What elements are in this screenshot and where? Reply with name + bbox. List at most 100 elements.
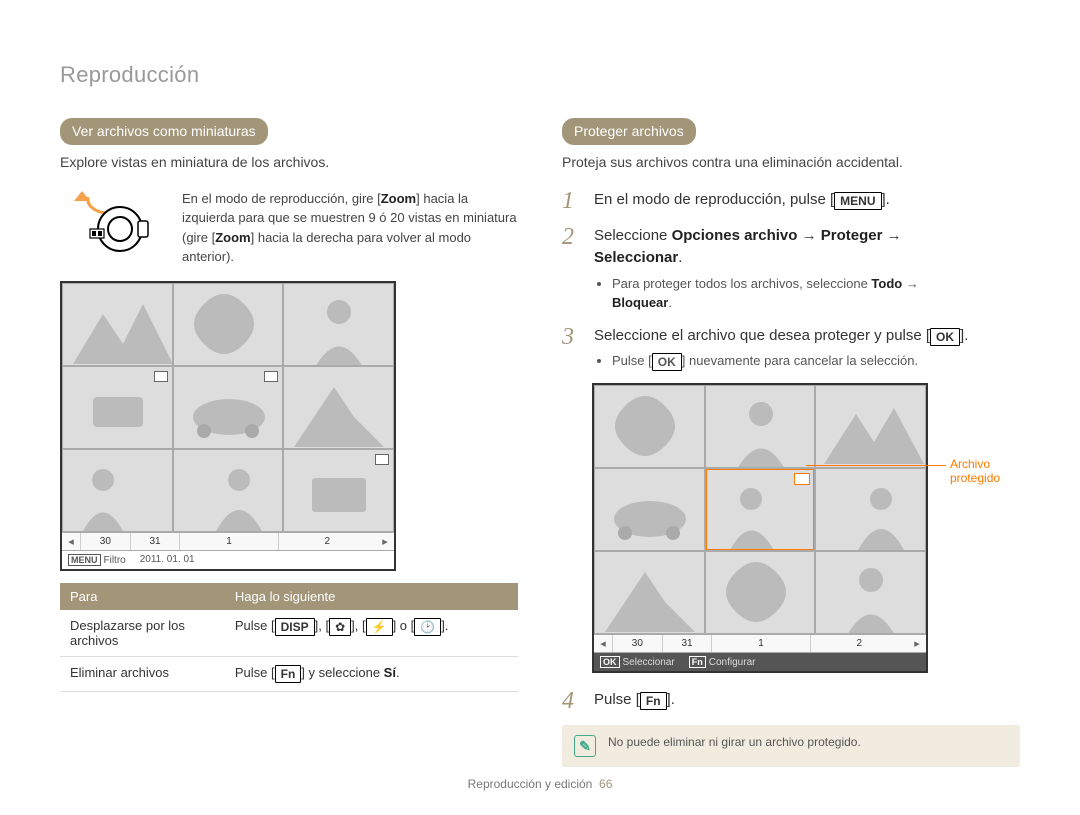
zoom-tip-row: En el modo de reproducción, gire [Zoom] … — [60, 189, 518, 267]
page-num: 30 — [80, 533, 130, 550]
step-number: 4 — [562, 689, 582, 713]
step-body: En el modo de reproducción, pulse [MENU]… — [594, 189, 890, 213]
timer-key-icon — [414, 618, 441, 636]
zoom-key-1: Zoom — [381, 191, 416, 206]
next-arrow-icon: ▸ — [376, 535, 394, 548]
info-note: ✎ No puede eliminar ni girar un archivo … — [562, 725, 1020, 767]
thumb-cell — [62, 283, 173, 366]
text: . — [396, 665, 400, 680]
substep: Pulse [OK] nuevamente para cancelar la s… — [612, 351, 968, 371]
left-intro: Explore vistas en miniatura de los archi… — [60, 153, 518, 173]
row-scroll-action: Pulse [DISP], [], [] o []. — [225, 610, 518, 657]
text: ], [ — [351, 618, 365, 633]
thumb-cell — [173, 366, 284, 449]
text: ] o [ — [393, 618, 415, 633]
step-1: 1 En el modo de reproducción, pulse [MEN… — [562, 189, 1020, 213]
thumb-cell — [705, 551, 816, 634]
lcd-page-strip: ◂ 30 31 1 2 ▸ — [62, 532, 394, 550]
thumb-cell — [815, 385, 926, 468]
thumb-cell-selected — [705, 468, 816, 551]
thumb-cell — [173, 449, 284, 532]
step-4: 4 Pulse [Fn]. — [562, 689, 1020, 713]
protect-label: Proteger — [821, 227, 883, 244]
macro-key-icon — [329, 618, 351, 636]
text: ] nuevamente para cancelar la selección. — [682, 353, 918, 368]
flash-key-icon — [366, 618, 393, 636]
thumb-cell — [815, 551, 926, 634]
zoom-key-2: Zoom — [215, 230, 250, 245]
info-icon: ✎ — [574, 735, 596, 757]
text: ]. — [960, 327, 968, 344]
page-num: 30 — [612, 635, 662, 652]
text: ] y seleccione — [301, 665, 383, 680]
row-delete-label: Eliminar archivos — [60, 656, 225, 691]
lcd-bottom-bar: MENUFiltro 2011. 01. 01 — [62, 550, 394, 569]
thumb-cell — [283, 449, 394, 532]
page-num: 2 — [278, 533, 376, 550]
arrow: → — [797, 227, 820, 244]
text: ]. — [667, 691, 675, 708]
thumb-cell — [815, 468, 926, 551]
lcd-date: 2011. 01. 01 — [140, 554, 195, 566]
table-header-do: Haga lo siguiente — [225, 583, 518, 610]
prev-arrow-icon: ◂ — [62, 535, 80, 548]
right-intro: Proteja sus archivos contra una eliminac… — [562, 153, 1020, 173]
disp-key: DISP — [275, 618, 315, 636]
section-pill-protect: Proteger archivos — [562, 118, 696, 145]
two-column-layout: Ver archivos como miniaturas Explore vis… — [60, 118, 1020, 767]
lcd-wrap-protected: ◂ 30 31 1 2 ▸ OKSeleccionar FnConfigurar… — [592, 383, 928, 673]
row-scroll-label: Desplazarse por los archivos — [60, 610, 225, 657]
step-2-sub: Para proteger todos los archivos, selecc… — [612, 274, 919, 313]
config-text: Configurar — [709, 657, 756, 668]
table-row: Desplazarse por los archivos Pulse [DISP… — [60, 610, 518, 657]
text: Pulse [ — [235, 618, 275, 633]
select-text: Seleccionar — [623, 657, 675, 668]
thumb-cell — [594, 551, 705, 634]
lcd-thumbnail-grid-1: ◂ 30 31 1 2 ▸ MENUFiltro 2011. 01. 01 — [60, 281, 396, 571]
ok-select-label: OKSeleccionar — [600, 656, 675, 668]
arrow: → — [902, 276, 919, 291]
menu-key-tag: MENU — [68, 554, 101, 566]
filter-text: Filtro — [104, 555, 126, 566]
page-num: 2 — [810, 635, 908, 652]
thumb-cell — [62, 366, 173, 449]
menu-filter-label: MENUFiltro — [68, 554, 126, 566]
thumb-cell — [283, 283, 394, 366]
left-column: Ver archivos como miniaturas Explore vis… — [60, 118, 518, 767]
fn-key-tag: Fn — [689, 656, 706, 668]
thumb-cell — [705, 385, 816, 468]
step-number: 1 — [562, 189, 582, 213]
thumb-cell — [594, 385, 705, 468]
zoom-tip-text: En el modo de reproducción, gire [Zoom] … — [182, 189, 518, 267]
next-arrow-icon: ▸ — [908, 637, 926, 650]
fn-key: Fn — [275, 665, 302, 683]
fn-key: Fn — [640, 692, 667, 710]
text: ]. — [882, 191, 890, 208]
footer-page-number: 66 — [599, 777, 612, 791]
page-num: 31 — [662, 635, 712, 652]
fn-config-label: FnConfigurar — [689, 656, 756, 668]
row-delete-action: Pulse [Fn] y seleccione Sí. — [225, 656, 518, 691]
callout-line — [806, 465, 946, 466]
step-body: Seleccione el archivo que desea proteger… — [594, 325, 968, 372]
text: . — [678, 249, 682, 266]
all-label: Todo — [871, 276, 902, 291]
ok-key: OK — [930, 328, 960, 346]
text: Pulse [ — [594, 691, 640, 708]
lcd-thumbnail-grid-2: ◂ 30 31 1 2 ▸ OKSeleccionar FnConfigurar — [592, 383, 928, 673]
text: ], [ — [315, 618, 329, 633]
step-2: 2 Seleccione Opciones archivo → Proteger… — [562, 225, 1020, 313]
footer-section: Reproducción y edición — [468, 777, 593, 791]
table-header-para: Para — [60, 583, 225, 610]
breadcrumb: Reproducción — [60, 62, 1020, 88]
text: Pulse [ — [612, 353, 652, 368]
text: En el modo de reproducción, pulse [ — [594, 191, 834, 208]
page-num: 31 — [130, 533, 180, 550]
menu-key: MENU — [834, 192, 881, 210]
lock-label: Bloquear — [612, 295, 668, 310]
step-number: 2 — [562, 225, 582, 313]
page-num: 1 — [179, 533, 277, 550]
zoom-pre: En el modo de reproducción, gire [ — [182, 191, 381, 206]
arrow: → — [882, 227, 901, 244]
page: Reproducción Ver archivos como miniatura… — [0, 0, 1080, 815]
